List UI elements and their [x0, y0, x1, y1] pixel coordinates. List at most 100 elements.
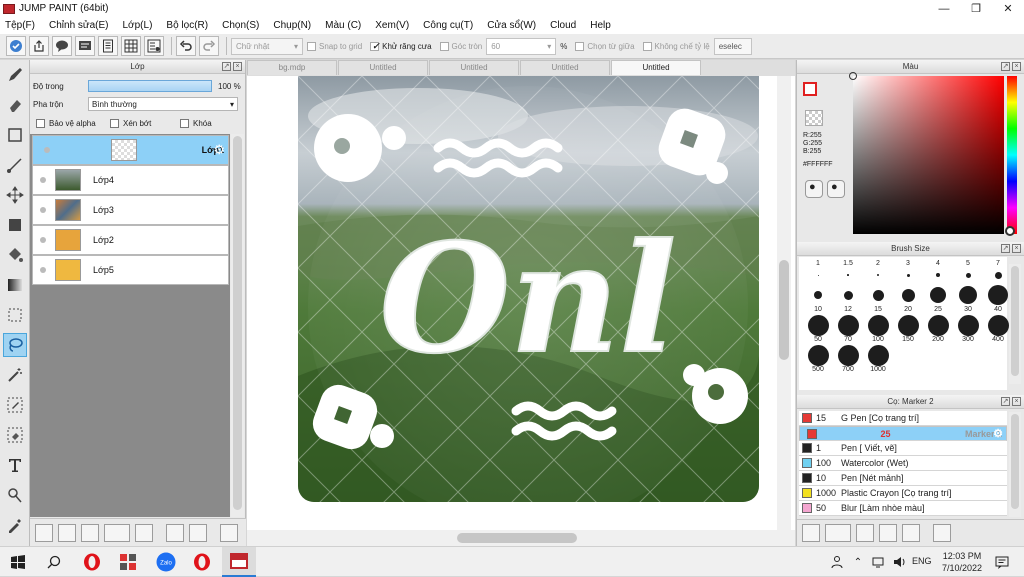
brush-size-item[interactable]: 5 [953, 260, 983, 283]
menu-layer[interactable]: Lớp(L) [123, 20, 153, 31]
brush-size-item[interactable]: 3 [893, 260, 923, 283]
grid-button[interactable] [121, 36, 141, 56]
close-icon[interactable]: × [1012, 62, 1021, 71]
center-select-checkbox[interactable]: Chọn từ giữa [575, 41, 635, 51]
clip-checkbox[interactable] [110, 119, 119, 128]
tab-untitled[interactable]: Untitled [429, 60, 519, 75]
palette-edit-button[interactable]: ● [827, 180, 845, 198]
brush-size-item[interactable]: 1 [803, 260, 833, 283]
visibility-toggle[interactable] [40, 237, 46, 243]
menu-select[interactable]: Chọn(S) [222, 20, 259, 31]
brush-size-item[interactable]: 10 [803, 284, 833, 313]
line-tool[interactable] [3, 153, 27, 177]
notification-icon[interactable] [990, 550, 1014, 574]
brush-size-item[interactable]: 25 [923, 284, 953, 313]
visibility-toggle[interactable] [40, 177, 46, 183]
delete-brush-button[interactable] [933, 524, 951, 542]
network-icon[interactable] [866, 550, 890, 574]
hue-slider[interactable] [1005, 76, 1017, 236]
shape-select[interactable]: Chữ nhật ▾ [231, 37, 303, 55]
menu-window[interactable]: Cửa sổ(W) [487, 20, 536, 31]
copy-brush-button[interactable] [856, 524, 874, 542]
settings-sheet-button[interactable] [144, 36, 164, 56]
brush-size-item[interactable]: 500 [803, 344, 833, 373]
rect-shape-tool[interactable] [3, 123, 27, 147]
opacity-slider[interactable] [88, 80, 212, 92]
delete-layer-button[interactable] [220, 523, 238, 542]
undock-icon[interactable]: ↗ [222, 62, 231, 71]
close-icon[interactable]: × [233, 62, 242, 71]
visibility-toggle[interactable] [44, 147, 50, 153]
undock-icon[interactable]: ↗ [1001, 397, 1010, 406]
foreground-color-swatch[interactable] [803, 82, 817, 96]
brush-item[interactable]: 25 Marker 2 ⚙ [799, 426, 1007, 441]
brush-size-item[interactable]: 1.5 [833, 260, 863, 283]
tab-untitled[interactable]: Untitled [338, 60, 428, 75]
export-button[interactable] [29, 36, 49, 56]
check-button[interactable] [6, 36, 26, 56]
eyedropper-tool[interactable] [3, 513, 27, 537]
layer-item[interactable]: Lớp2 [32, 225, 229, 255]
tab-untitled-active[interactable]: Untitled [611, 60, 701, 75]
protect-alpha-checkbox[interactable] [36, 119, 45, 128]
windows-start-icon[interactable] [6, 550, 30, 574]
layer-list-scrollbar[interactable] [231, 134, 244, 517]
gradient-tool[interactable] [3, 273, 27, 297]
artwork-canvas[interactable]: Onl [298, 76, 759, 502]
brush-size-item[interactable]: 50 [803, 314, 833, 343]
duplicate-layer-button[interactable] [166, 523, 184, 542]
select-rect-tool[interactable] [3, 303, 27, 327]
menu-cloud[interactable]: Cloud [550, 20, 576, 31]
eraser-tool[interactable] [3, 93, 27, 117]
blend-mode-select[interactable]: Bình thường ▾ [88, 97, 238, 111]
brush-item[interactable]: 15 G Pen [Cọ trang trí] [799, 411, 1007, 426]
brush-size-item[interactable]: 200 [923, 314, 953, 343]
brush-item[interactable]: 10 Pen [Nét mảnh] [799, 471, 1007, 486]
brush-size-item[interactable]: 20 [893, 284, 923, 313]
move-tool[interactable] [3, 183, 27, 207]
add-brush-button[interactable] [825, 524, 851, 542]
add-layer-menu-button[interactable] [104, 523, 130, 542]
bucket-tool[interactable] [3, 243, 27, 267]
undo-button[interactable] [176, 36, 196, 56]
antialias-checkbox[interactable]: ✓ Khử răng cưa [370, 41, 432, 51]
gear-icon[interactable]: ⚙ [213, 142, 225, 158]
corner-value-input[interactable]: 60 ▾ [486, 37, 557, 55]
snap-grid-checkbox[interactable]: Snap to grid [307, 41, 362, 51]
select-pen-tool[interactable] [3, 393, 27, 417]
speech-bubble-button[interactable] [52, 36, 72, 56]
brush-size-item[interactable]: 12 [833, 284, 863, 313]
brush-size-scrollbar[interactable] [1009, 264, 1021, 384]
close-button[interactable]: ✕ [992, 0, 1024, 17]
menu-view[interactable]: Xem(V) [375, 20, 409, 31]
minimize-button[interactable]: — [928, 0, 960, 17]
canvas-horizontal-scrollbar[interactable] [247, 530, 795, 546]
new-8bit-layer-button[interactable] [58, 523, 76, 542]
no-ratio-checkbox[interactable]: Không chế tỷ lệ [642, 41, 710, 51]
volume-icon[interactable] [888, 550, 912, 574]
select-eraser-tool[interactable] [3, 423, 27, 447]
menu-tools[interactable]: Công cụ(T) [423, 20, 473, 31]
clock[interactable]: 12:03 PM 7/10/2022 [938, 550, 986, 574]
deselect-button[interactable]: eselec [713, 37, 752, 55]
brush-size-item[interactable]: 150 [893, 314, 923, 343]
layer-item[interactable]: Lớp4 [32, 165, 229, 195]
fill-rect-tool[interactable] [3, 213, 27, 237]
duplicate-brush-button[interactable] [902, 524, 920, 542]
brush-size-item[interactable]: 2 [863, 260, 893, 283]
visibility-toggle[interactable] [40, 267, 46, 273]
palette-button[interactable]: ● [805, 180, 823, 198]
brush-item[interactable]: 50 Blur [Làm nhòe màu] [799, 501, 1007, 516]
brush-size-item[interactable]: 700 [833, 344, 863, 373]
menu-filter[interactable]: Bộ lọc(R) [166, 20, 208, 31]
new-1bit-layer-button[interactable] [81, 523, 99, 542]
menu-color[interactable]: Màu (C) [325, 20, 361, 31]
menu-help[interactable]: Help [590, 20, 611, 31]
magic-wand-tool[interactable] [3, 363, 27, 387]
redo-button[interactable] [199, 36, 219, 56]
new-layer-button[interactable] [35, 523, 53, 542]
color-picker-field[interactable] [849, 72, 1004, 234]
undock-icon[interactable]: ↗ [1001, 62, 1010, 71]
brush-size-item[interactable]: 100 [863, 314, 893, 343]
page-button[interactable] [98, 36, 118, 56]
